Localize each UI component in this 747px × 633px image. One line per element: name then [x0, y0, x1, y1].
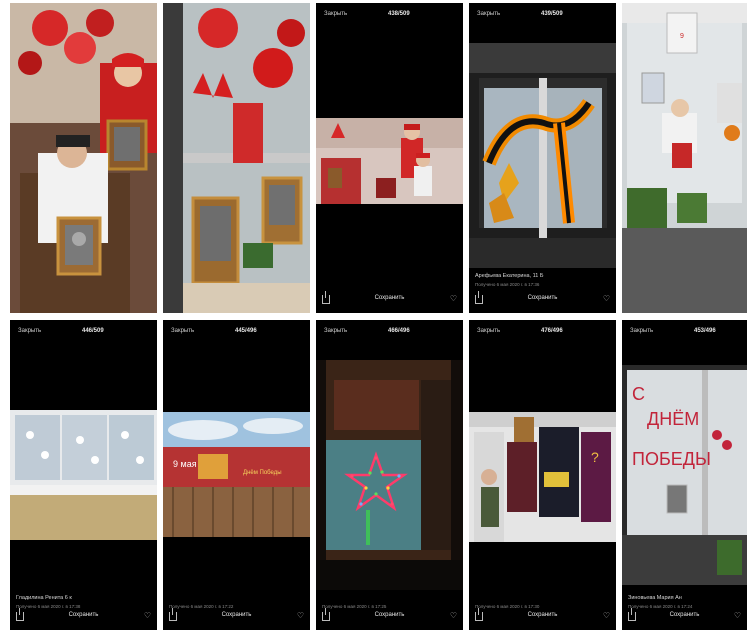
photo-tile-2[interactable]	[163, 3, 310, 313]
photo-star-lights	[316, 360, 463, 590]
author-caption: Зиновьева Мария Ан	[628, 595, 682, 601]
author-caption: Гладилина Ренита 6 к	[16, 595, 72, 601]
tile-footer: Сохранить ♡	[163, 608, 310, 624]
window-word-3: ПОБЕДЫ	[632, 449, 711, 469]
photo-window-collage: ?	[469, 412, 616, 542]
heart-icon[interactable]: ♡	[734, 611, 741, 620]
photo-counter: 439/509	[541, 11, 563, 17]
heart-icon[interactable]: ♡	[144, 611, 151, 620]
photo-counter: 466/496	[388, 328, 410, 334]
save-button[interactable]: Сохранить	[316, 612, 463, 618]
tile-header: Закрыть 439/509	[477, 11, 608, 23]
tile-header: Закрыть 445/496	[171, 328, 302, 340]
heart-icon[interactable]: ♡	[603, 611, 610, 620]
photo-tile-6[interactable]: Закрыть 446/509 Гладилина Ренита 6 к Пол…	[10, 320, 157, 630]
close-button[interactable]: Закрыть	[477, 11, 500, 17]
tile-footer: Сохранить ♡	[10, 608, 157, 624]
close-button[interactable]: Закрыть	[18, 328, 41, 334]
photo-tile-8[interactable]: Закрыть 466/496 Получено 6 мая 2020 г. в…	[316, 320, 463, 630]
save-button[interactable]: Сохранить	[469, 295, 616, 301]
photo-counter: 476/496	[541, 328, 563, 334]
photo-counter: 445/496	[235, 328, 257, 334]
banner-text: 9 мая	[173, 459, 197, 469]
tile-header: Закрыть 438/509	[324, 11, 455, 23]
heart-icon[interactable]: ♡	[603, 294, 610, 303]
save-button[interactable]: Сохранить	[622, 612, 747, 618]
photo-kids-saluting	[10, 3, 157, 313]
tile-header: Закрыть 453/496	[630, 328, 739, 340]
tile-header: Закрыть 466/496	[324, 328, 455, 340]
photo-tile-1[interactable]	[10, 3, 157, 313]
close-button[interactable]: Закрыть	[324, 328, 347, 334]
close-button[interactable]: Закрыть	[477, 328, 500, 334]
photo-counter: 438/509	[388, 11, 410, 17]
photo-window-portraits: 9	[622, 3, 747, 313]
tile-header: Закрыть 476/496	[477, 328, 608, 340]
photo-tile-7[interactable]: Закрыть 445/496 9 мая Днём Победы Получе…	[163, 320, 310, 630]
photo-fence-banner: 9 мая Днём Победы	[163, 412, 310, 537]
close-button[interactable]: Закрыть	[171, 328, 194, 334]
close-button[interactable]: Закрыть	[630, 328, 653, 334]
date-caption: Получено 6 мая 2020 г. в 17:30	[475, 604, 540, 609]
svg-text:?: ?	[591, 449, 599, 465]
date-caption: Получено 6 мая 2020 г. в 17:36	[475, 282, 540, 287]
banner-text-right: Днём Победы	[243, 470, 282, 476]
window-word-2: ДНЁМ	[647, 409, 699, 429]
photo-window-doves	[10, 410, 157, 540]
photo-counter: 453/496	[694, 328, 716, 334]
save-button[interactable]: Сохранить	[163, 612, 310, 618]
author-caption: Арефьева Екатерина, 11 Б	[475, 273, 544, 279]
tile-footer: Сохранить ♡	[469, 291, 616, 307]
save-button[interactable]: Сохранить	[10, 612, 157, 618]
heart-icon[interactable]: ♡	[297, 611, 304, 620]
date-caption: Получено 6 мая 2020 г. в 17:38	[16, 604, 81, 609]
photo-window-ribbon	[469, 43, 616, 268]
tile-footer: Сохранить ♡	[622, 608, 747, 624]
tile-header: Закрыть 446/509	[18, 328, 149, 340]
photo-window-letters: С ДНЁМ ПОБЕДЫ	[622, 365, 747, 585]
tile-footer: Сохранить ♡	[316, 291, 463, 307]
photo-tile-5[interactable]: 9	[622, 3, 747, 313]
date-caption: Получено 6 мая 2020 г. в 17:25	[322, 604, 387, 609]
svg-text:9: 9	[680, 33, 684, 40]
tile-footer: Сохранить ♡	[316, 608, 463, 624]
window-word-1: С	[632, 384, 645, 404]
photo-counter: 446/509	[82, 328, 104, 334]
photo-tile-10[interactable]: Закрыть 453/496 С ДНЁМ ПОБЕДЫ Зиновьева …	[622, 320, 747, 630]
close-button[interactable]: Закрыть	[324, 11, 347, 17]
tile-footer: Сохранить ♡	[469, 608, 616, 624]
heart-icon[interactable]: ♡	[450, 611, 457, 620]
photo-window-balloons	[163, 3, 310, 313]
save-button[interactable]: Сохранить	[469, 612, 616, 618]
date-caption: Получено 6 мая 2020 г. в 17:22	[169, 604, 234, 609]
heart-icon[interactable]: ♡	[450, 294, 457, 303]
date-caption: Получено 6 мая 2020 г. в 17:24	[628, 604, 693, 609]
save-button[interactable]: Сохранить	[316, 295, 463, 301]
photo-girls-saluting	[316, 118, 463, 204]
photo-tile-9[interactable]: Закрыть 476/496 ? Получено 6 мая 2020 г.…	[469, 320, 616, 630]
photo-tile-4[interactable]: Закрыть 439/509 Арефьева Екатерина, 11 Б…	[469, 3, 616, 313]
photo-tile-3[interactable]: Закрыть 438/509 Сохранить ♡	[316, 3, 463, 313]
